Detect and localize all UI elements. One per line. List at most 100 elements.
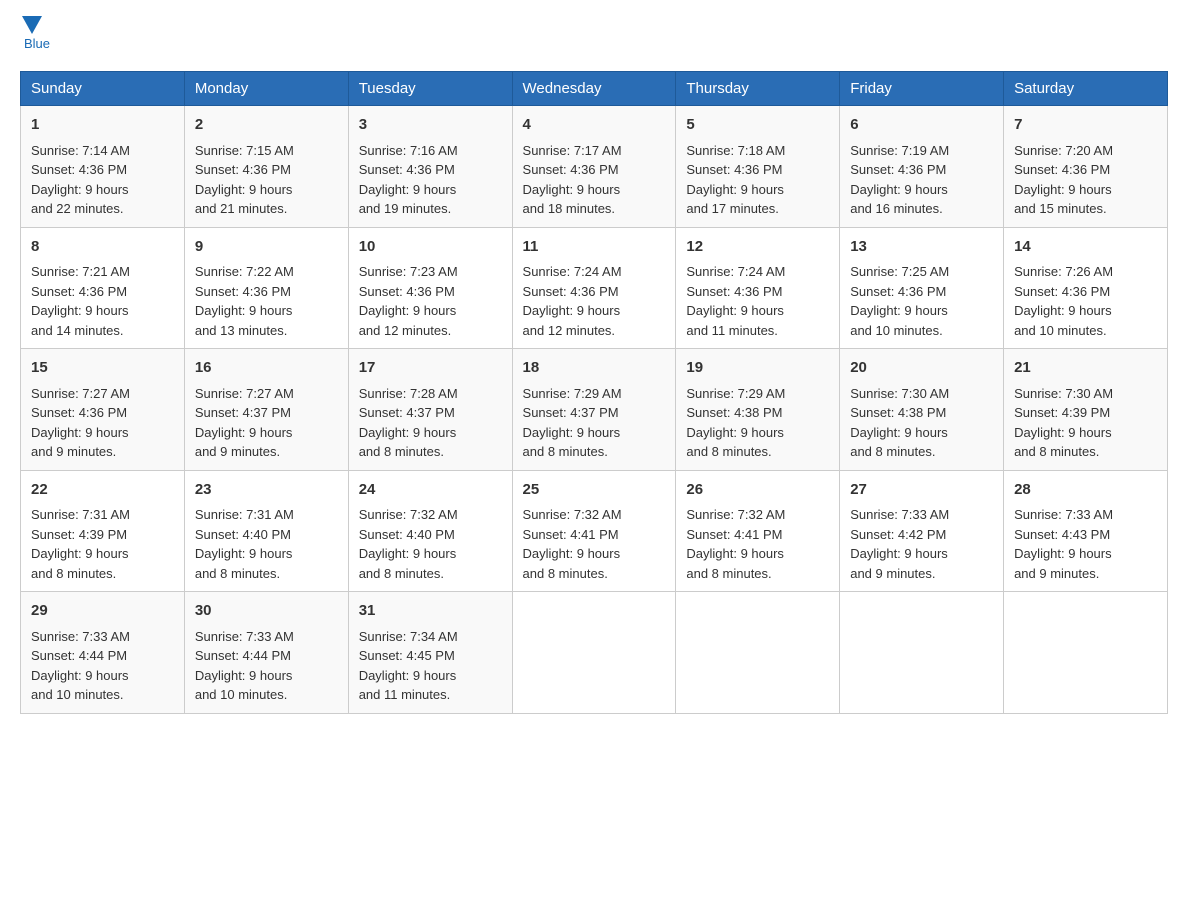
calendar-cell: 12Sunrise: 7:24 AMSunset: 4:36 PMDayligh… bbox=[676, 227, 840, 349]
page-header: Blue bbox=[20, 20, 1168, 51]
calendar-cell: 20 Sunrise: 7:30 AMSunset: 4:38 PMDayligh… bbox=[840, 349, 1004, 471]
header-row: SundayMondayTuesdayWednesdayThursdayFrid… bbox=[21, 72, 1168, 106]
calendar-cell: 5 Sunrise: 7:18 AMSunset: 4:36 PMDaylight… bbox=[676, 106, 840, 228]
day-info: Sunrise: 7:22 AMSunset: 4:36 PMDaylight:… bbox=[195, 264, 294, 338]
day-info: Sunrise: 7:32 AMSunset: 4:40 PMDaylight:… bbox=[359, 507, 458, 581]
day-info: Sunrise: 7:21 AMSunset: 4:36 PMDaylight:… bbox=[31, 264, 130, 338]
day-info: Sunrise: 7:19 AMSunset: 4:36 PMDaylight:… bbox=[850, 143, 949, 217]
calendar-cell: 14 Sunrise: 7:26 AMSunset: 4:36 PMDayligh… bbox=[1004, 227, 1168, 349]
calendar-cell: 22Sunrise: 7:31 AMSunset: 4:39 PMDayligh… bbox=[21, 470, 185, 592]
calendar-cell bbox=[512, 592, 676, 714]
calendar-cell: 31Sunrise: 7:34 AMSunset: 4:45 PMDayligh… bbox=[348, 592, 512, 714]
calendar-cell: 28 Sunrise: 7:33 AMSunset: 4:43 PMDayligh… bbox=[1004, 470, 1168, 592]
day-number: 28 bbox=[1014, 479, 1157, 502]
day-number: 12 bbox=[686, 236, 829, 259]
logo-triangle-icon bbox=[22, 16, 42, 34]
day-info: Sunrise: 7:18 AMSunset: 4:36 PMDaylight:… bbox=[686, 143, 785, 217]
week-row-3: 15 Sunrise: 7:27 AMSunset: 4:36 PMDayligh… bbox=[21, 349, 1168, 471]
calendar-cell: 11 Sunrise: 7:24 AMSunset: 4:36 PMDayligh… bbox=[512, 227, 676, 349]
calendar-cell: 7 Sunrise: 7:20 AMSunset: 4:36 PMDaylight… bbox=[1004, 106, 1168, 228]
day-number: 15 bbox=[31, 357, 174, 380]
calendar-cell: 13 Sunrise: 7:25 AMSunset: 4:36 PMDayligh… bbox=[840, 227, 1004, 349]
day-number: 25 bbox=[523, 479, 666, 502]
calendar-cell: 1 Sunrise: 7:14 AMSunset: 4:36 PMDaylight… bbox=[21, 106, 185, 228]
day-info: Sunrise: 7:30 AMSunset: 4:38 PMDaylight:… bbox=[850, 386, 949, 460]
header-sunday: Sunday bbox=[21, 72, 185, 106]
calendar-cell: 25 Sunrise: 7:32 AMSunset: 4:41 PMDayligh… bbox=[512, 470, 676, 592]
calendar-table: SundayMondayTuesdayWednesdayThursdayFrid… bbox=[20, 71, 1168, 714]
day-info: Sunrise: 7:30 AMSunset: 4:39 PMDaylight:… bbox=[1014, 386, 1113, 460]
day-info: Sunrise: 7:25 AMSunset: 4:36 PMDaylight:… bbox=[850, 264, 949, 338]
calendar-cell bbox=[1004, 592, 1168, 714]
day-number: 24 bbox=[359, 479, 502, 502]
day-number: 4 bbox=[523, 114, 666, 137]
day-number: 21 bbox=[1014, 357, 1157, 380]
day-number: 14 bbox=[1014, 236, 1157, 259]
calendar-cell: 6 Sunrise: 7:19 AMSunset: 4:36 PMDaylight… bbox=[840, 106, 1004, 228]
day-info: Sunrise: 7:23 AMSunset: 4:36 PMDaylight:… bbox=[359, 264, 458, 338]
calendar-cell: 16Sunrise: 7:27 AMSunset: 4:37 PMDayligh… bbox=[184, 349, 348, 471]
header-monday: Monday bbox=[184, 72, 348, 106]
day-number: 7 bbox=[1014, 114, 1157, 137]
week-row-4: 22Sunrise: 7:31 AMSunset: 4:39 PMDayligh… bbox=[21, 470, 1168, 592]
calendar-cell: 17Sunrise: 7:28 AMSunset: 4:37 PMDayligh… bbox=[348, 349, 512, 471]
calendar-cell: 3 Sunrise: 7:16 AMSunset: 4:36 PMDaylight… bbox=[348, 106, 512, 228]
day-number: 26 bbox=[686, 479, 829, 502]
week-row-5: 29 Sunrise: 7:33 AMSunset: 4:44 PMDayligh… bbox=[21, 592, 1168, 714]
day-info: Sunrise: 7:14 AMSunset: 4:36 PMDaylight:… bbox=[31, 143, 130, 217]
day-number: 17 bbox=[359, 357, 502, 380]
day-info: Sunrise: 7:16 AMSunset: 4:36 PMDaylight:… bbox=[359, 143, 458, 217]
calendar-body: 1 Sunrise: 7:14 AMSunset: 4:36 PMDaylight… bbox=[21, 106, 1168, 714]
calendar-cell: 23 Sunrise: 7:31 AMSunset: 4:40 PMDayligh… bbox=[184, 470, 348, 592]
calendar-cell: 24 Sunrise: 7:32 AMSunset: 4:40 PMDayligh… bbox=[348, 470, 512, 592]
day-info: Sunrise: 7:27 AMSunset: 4:36 PMDaylight:… bbox=[31, 386, 130, 460]
header-thursday: Thursday bbox=[676, 72, 840, 106]
day-number: 2 bbox=[195, 114, 338, 137]
day-info: Sunrise: 7:31 AMSunset: 4:39 PMDaylight:… bbox=[31, 507, 130, 581]
calendar-cell: 19Sunrise: 7:29 AMSunset: 4:38 PMDayligh… bbox=[676, 349, 840, 471]
day-number: 1 bbox=[31, 114, 174, 137]
logo: Blue bbox=[20, 20, 50, 51]
day-number: 23 bbox=[195, 479, 338, 502]
day-info: Sunrise: 7:29 AMSunset: 4:37 PMDaylight:… bbox=[523, 386, 622, 460]
day-number: 5 bbox=[686, 114, 829, 137]
day-number: 3 bbox=[359, 114, 502, 137]
header-saturday: Saturday bbox=[1004, 72, 1168, 106]
calendar-cell: 27 Sunrise: 7:33 AMSunset: 4:42 PMDayligh… bbox=[840, 470, 1004, 592]
day-info: Sunrise: 7:29 AMSunset: 4:38 PMDaylight:… bbox=[686, 386, 785, 460]
calendar-cell: 2 Sunrise: 7:15 AMSunset: 4:36 PMDaylight… bbox=[184, 106, 348, 228]
calendar-cell: 15 Sunrise: 7:27 AMSunset: 4:36 PMDayligh… bbox=[21, 349, 185, 471]
day-number: 11 bbox=[523, 236, 666, 259]
day-info: Sunrise: 7:15 AMSunset: 4:36 PMDaylight:… bbox=[195, 143, 294, 217]
day-info: Sunrise: 7:20 AMSunset: 4:36 PMDaylight:… bbox=[1014, 143, 1113, 217]
day-number: 30 bbox=[195, 600, 338, 623]
day-number: 16 bbox=[195, 357, 338, 380]
header-tuesday: Tuesday bbox=[348, 72, 512, 106]
day-number: 6 bbox=[850, 114, 993, 137]
day-number: 9 bbox=[195, 236, 338, 259]
week-row-2: 8 Sunrise: 7:21 AMSunset: 4:36 PMDaylight… bbox=[21, 227, 1168, 349]
calendar-cell: 8 Sunrise: 7:21 AMSunset: 4:36 PMDaylight… bbox=[21, 227, 185, 349]
day-number: 29 bbox=[31, 600, 174, 623]
day-number: 13 bbox=[850, 236, 993, 259]
calendar-cell: 26Sunrise: 7:32 AMSunset: 4:41 PMDayligh… bbox=[676, 470, 840, 592]
day-number: 27 bbox=[850, 479, 993, 502]
day-info: Sunrise: 7:33 AMSunset: 4:44 PMDaylight:… bbox=[195, 629, 294, 703]
header-wednesday: Wednesday bbox=[512, 72, 676, 106]
day-info: Sunrise: 7:24 AMSunset: 4:36 PMDaylight:… bbox=[523, 264, 622, 338]
day-info: Sunrise: 7:33 AMSunset: 4:42 PMDaylight:… bbox=[850, 507, 949, 581]
day-number: 31 bbox=[359, 600, 502, 623]
day-info: Sunrise: 7:33 AMSunset: 4:43 PMDaylight:… bbox=[1014, 507, 1113, 581]
day-number: 10 bbox=[359, 236, 502, 259]
calendar-cell: 18Sunrise: 7:29 AMSunset: 4:37 PMDayligh… bbox=[512, 349, 676, 471]
day-info: Sunrise: 7:31 AMSunset: 4:40 PMDaylight:… bbox=[195, 507, 294, 581]
calendar-cell: 30 Sunrise: 7:33 AMSunset: 4:44 PMDayligh… bbox=[184, 592, 348, 714]
day-info: Sunrise: 7:32 AMSunset: 4:41 PMDaylight:… bbox=[523, 507, 622, 581]
day-number: 8 bbox=[31, 236, 174, 259]
day-info: Sunrise: 7:26 AMSunset: 4:36 PMDaylight:… bbox=[1014, 264, 1113, 338]
day-number: 20 bbox=[850, 357, 993, 380]
calendar-cell: 9 Sunrise: 7:22 AMSunset: 4:36 PMDaylight… bbox=[184, 227, 348, 349]
logo-underline: Blue bbox=[24, 36, 50, 51]
calendar-cell: 10 Sunrise: 7:23 AMSunset: 4:36 PMDayligh… bbox=[348, 227, 512, 349]
calendar-cell bbox=[840, 592, 1004, 714]
